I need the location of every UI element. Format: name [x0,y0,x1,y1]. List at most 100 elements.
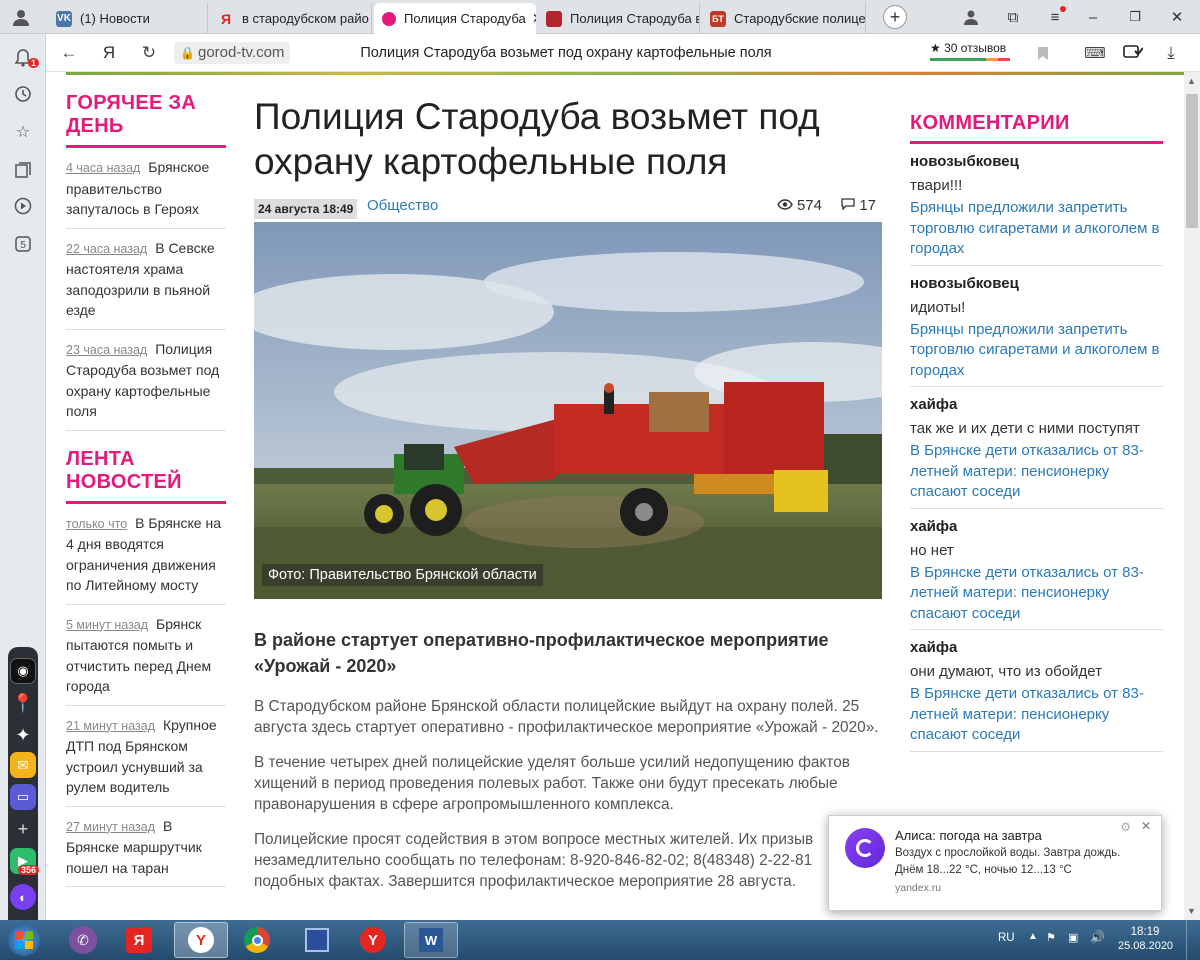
yandex-app-icon[interactable]: Y [174,922,228,958]
vertical-scrollbar[interactable]: ▲ ▼ [1184,72,1200,920]
comment-author: хайфа [910,639,958,656]
maps-pin-icon[interactable]: 📍 [10,690,36,716]
close-tab-icon[interactable]: ✕ [532,10,536,27]
views-count: 574 [796,197,822,214]
reload-icon[interactable]: ↻ [136,40,162,66]
comment-text: идиоты! [910,298,966,316]
hot-news-item[interactable]: 23 часа назад Полиция Стародуба возьмет п… [66,330,226,431]
volume-icon[interactable]: 🔊 [1090,930,1105,944]
url-chip[interactable]: 🔒 gorod-tv.com [174,42,291,64]
new-tab-icon[interactable]: + [883,5,907,29]
tab-article-3[interactable]: БТ Стародубские полице [702,3,866,34]
show-desktop-button[interactable] [1186,920,1200,960]
url-text: gorod-tv.com [198,44,285,61]
notification-title: Алиса: погода на завтра [895,828,1042,843]
article-meta: 24 августа 18:49 Общество 574 17 [254,192,882,222]
comment-bubble-icon [841,197,859,214]
settings-icon[interactable]: ⚙ [1120,820,1131,834]
comments-column: Комментарии новозыбковец твари!!! Брянцы… [910,112,1163,752]
article-date: 24 августа 18:49 [254,199,358,219]
scroll-up-icon[interactable]: ▲ [1187,76,1196,86]
language-indicator[interactable]: RU [998,932,1015,944]
news-time: только что [66,516,128,531]
word-icon[interactable]: W [404,922,458,958]
web-page: Горячее за день 4 часа назад Брянское пра… [46,72,1184,920]
alice-notification[interactable]: Алиса: погода на завтра Воздух с прослой… [828,815,1162,911]
tab-active-article[interactable]: Полиция Стародуба ✕ [374,3,536,34]
minimize-icon[interactable]: – [1082,6,1104,28]
reviews-button[interactable]: ★ 30 отзывов [930,40,1010,61]
flag-icon[interactable]: ⚑ [1046,931,1056,944]
comment-text: они думают, что из обойдет [910,663,1102,680]
comment-author: новозыбковец [910,153,1019,170]
alice-icon [845,828,885,868]
feed-item[interactable]: 27 минут назад В Брянске маршрутчик пошел… [66,807,226,887]
comment-article-link[interactable]: В Брянске дети отказались от 83-летней м… [910,684,1163,746]
save-disk-icon[interactable] [290,922,344,958]
yandex-browser-icon[interactable]: Я [112,922,166,958]
feed-item[interactable]: 5 минут назад Брянск пытаются помыть и от… [66,605,226,706]
tray-expand-icon[interactable]: ▲ [1028,931,1038,942]
reviews-label: 30 отзывов [944,41,1007,55]
comment-article-link[interactable]: В Брянске дети отказались от 83-летней м… [910,563,1163,625]
alice-icon[interactable]: ◐ [10,884,36,910]
hot-news-item[interactable]: 4 часа назад Брянское правительство запут… [66,148,226,229]
address-page-title[interactable]: Полиция Стародуба возьмет под охрану кар… [296,42,836,64]
scroll-down-icon[interactable]: ▼ [1187,906,1196,916]
history-icon[interactable] [11,82,35,106]
yandex-logo[interactable]: Я [96,40,122,66]
collections-icon[interactable] [11,158,35,182]
add-app-icon[interactable]: + [10,816,36,842]
menu-icon[interactable]: ≡ [1044,6,1066,28]
star-icon[interactable]: ☆ [11,120,35,144]
alice-camera-icon[interactable]: ◉ [10,658,36,684]
comment-item: хайфа так же и их дети с ними поступят В… [910,387,1163,509]
comments-counter[interactable]: 17 [841,197,876,214]
close-window-icon[interactable]: ✕ [1166,6,1188,28]
mail-icon[interactable]: ✉ [10,752,36,778]
tabs-icon[interactable]: ⧉ [1002,6,1024,28]
sparkle-icon[interactable]: ✦ [10,722,36,748]
zen-icon[interactable]: 5 [11,232,35,256]
reader-icon[interactable]: ⌨ [1082,40,1108,66]
messenger-icon[interactable]: ▭ [10,784,36,810]
tab-label: (1) Новости [80,11,150,26]
news-time: 21 минут назад [66,718,155,733]
back-icon[interactable]: ← [56,40,82,66]
comment-author: хайфа [910,396,958,413]
yandex-icon: Я [220,10,232,27]
chrome-icon[interactable] [230,922,284,958]
tab-vk-news[interactable]: VK (1) Новости [48,3,208,34]
download-icon[interactable]: ⤓ [1158,40,1184,66]
clock[interactable]: 18:19 25.08.2020 [1118,925,1173,953]
rubric-link[interactable]: Общество [367,197,438,214]
bell-icon[interactable]: 1 [11,46,39,70]
news-time: 4 часа назад [66,161,141,175]
feed-item[interactable]: 21 минут назад Крупное ДТП под Брянском у… [66,706,226,807]
play-icon[interactable] [11,194,35,218]
close-notification-icon[interactable]: ✕ [1141,819,1151,833]
viber-icon[interactable]: ✆ [56,922,110,958]
scroll-thumb[interactable] [1186,94,1198,228]
account-icon[interactable] [960,6,982,28]
harvester-photo [254,222,882,599]
windows-taskbar: ✆ Я Y Y W RU ▲ ⚑ ▣ 🔊 18:19 25.08.2020 [0,920,1200,960]
notification-text: Воздух с прослойкой воды. Завтра дождь. [895,847,1121,859]
start-button[interactable] [2,922,46,958]
restore-icon[interactable]: ❐ [1124,6,1146,28]
site-icon [382,11,396,26]
profile-icon[interactable] [10,6,32,28]
comment-article-link[interactable]: Брянцы предложили запретить торговлю сиг… [910,198,1163,260]
feed-item[interactable]: только что В Брянске на 4 дня вводятся ог… [66,504,226,605]
comment-article-link[interactable]: В Брянске дети отказались от 83-летней м… [910,441,1163,503]
tab-article-2[interactable]: Полиция Стародуба в [538,3,700,34]
network-icon[interactable]: ▣ [1068,931,1078,944]
bookmark-icon[interactable] [1030,40,1056,66]
yandex-search-icon[interactable]: Y [346,922,400,958]
notification-badge: 1 [27,58,39,68]
comment-article-link[interactable]: Брянцы предложили запретить торговлю сиг… [910,320,1163,382]
tab-yandex-search[interactable]: Я в стародубском райо [210,3,372,34]
article-paragraph: В Стародубском районе Брянской области п… [254,698,879,736]
protect-icon[interactable] [1120,40,1146,66]
hot-news-item[interactable]: 22 часа назад В Севске настоятеля храма з… [66,229,226,330]
